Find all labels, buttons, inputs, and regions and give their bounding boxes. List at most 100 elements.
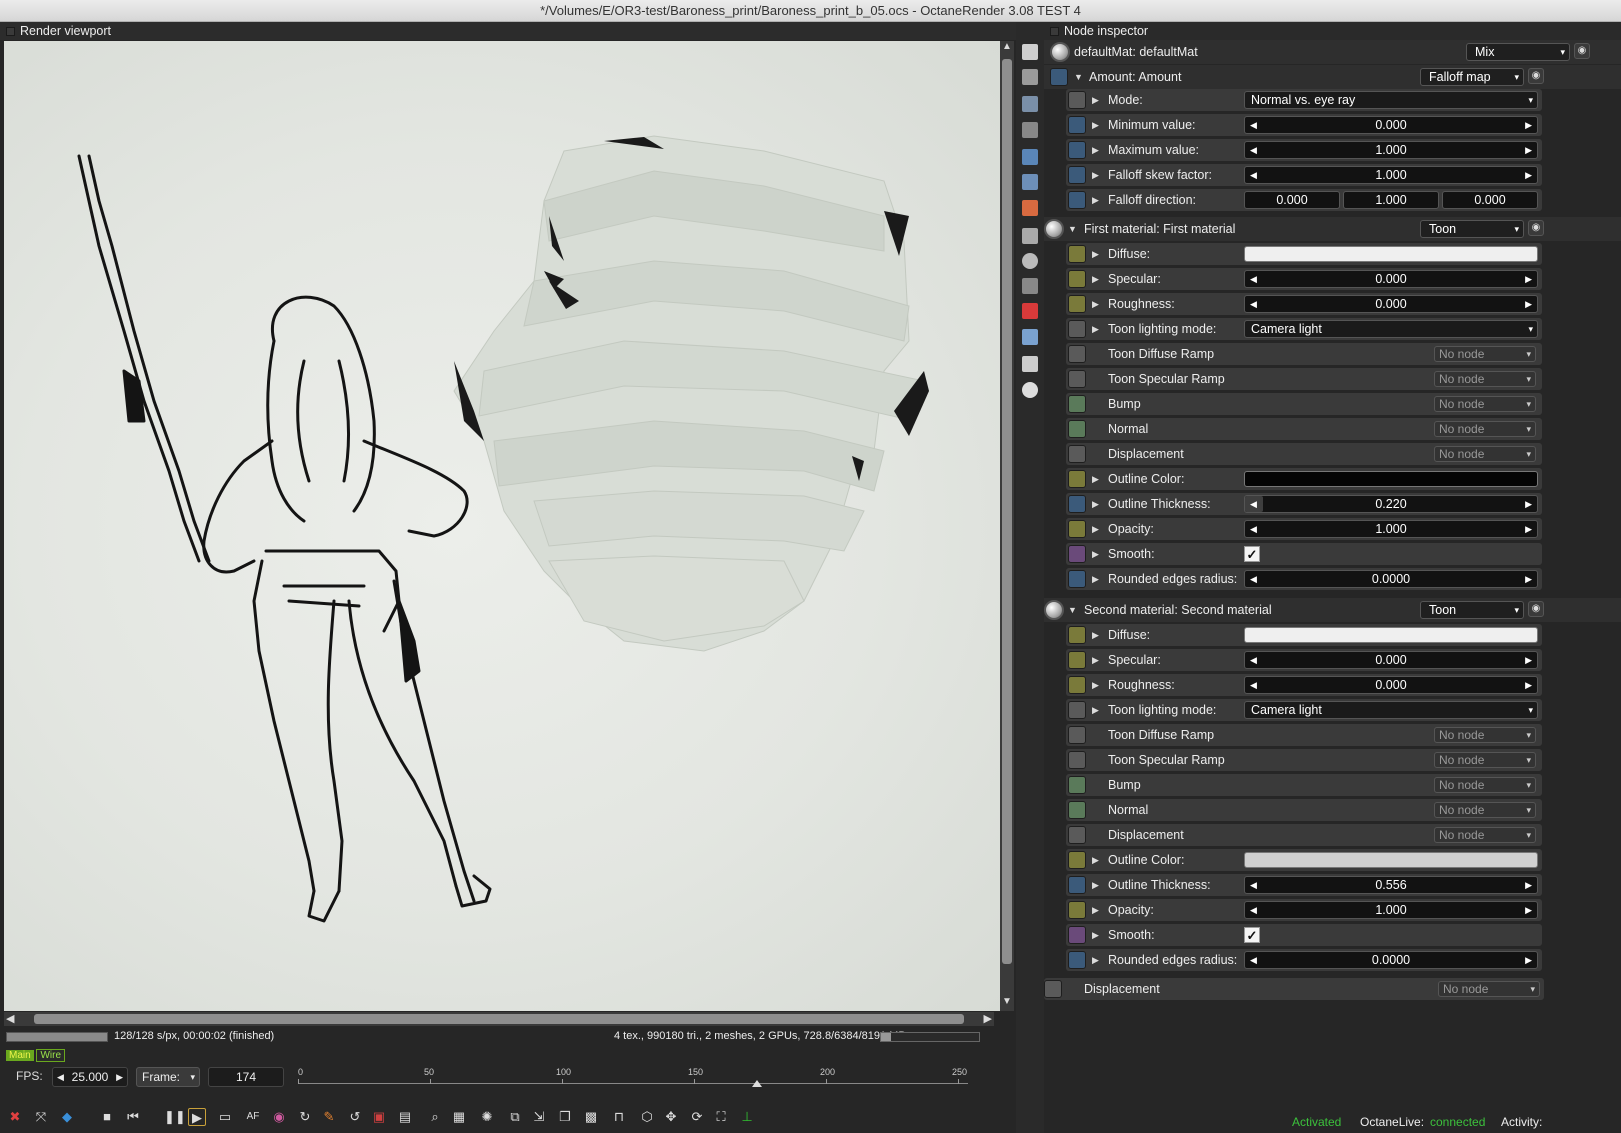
expand-icon[interactable]: ▶ <box>1092 189 1099 211</box>
first-outline-color-row[interactable]: ▶ Outline Color: <box>1066 468 1542 490</box>
first-outline-thickness-row[interactable]: ▶ Outline Thickness: ◀ 0.220 ▶ <box>1066 493 1542 515</box>
expand-icon[interactable]: ▶ <box>1092 568 1099 590</box>
amount-node-row[interactable]: ▼ Amount: Amount Falloff map ▾ ◉ <box>1044 65 1621 89</box>
second-lighting-mode-dropdown[interactable]: Camera light ▾ <box>1244 701 1538 719</box>
collapse-icon[interactable]: ▼ <box>1074 65 1083 89</box>
visibility-icon[interactable]: ◉ <box>1528 220 1544 236</box>
visibility-icon[interactable]: ◉ <box>1574 43 1590 59</box>
first-rounded-edges-row[interactable]: ▶ Rounded edges radius: ◀ 0.0000 ▶ <box>1066 568 1542 590</box>
second-outline-color-row[interactable]: ▶ Outline Color: <box>1066 849 1542 871</box>
first-normal-row[interactable]: Normal No node ▾ <box>1066 418 1542 440</box>
pause-icon[interactable]: ❚❚ <box>164 1108 186 1126</box>
expand-icon[interactable]: ▶ <box>1092 318 1099 340</box>
first-diffuse-color-swatch[interactable] <box>1244 246 1538 262</box>
zoom-icon[interactable]: ⌕ <box>426 1108 444 1126</box>
sun-icon[interactable]: ✺ <box>478 1108 496 1126</box>
increment-icon[interactable]: ▶ <box>1525 652 1532 668</box>
timeline-playhead[interactable] <box>752 1080 763 1087</box>
first-displacement-dropdown[interactable]: No node ▾ <box>1434 446 1536 462</box>
root-displacement-row[interactable]: Displacement No node ▾ <box>1044 978 1544 1000</box>
move-icon[interactable]: ✥ <box>662 1108 680 1126</box>
frame-field[interactable]: 174 <box>208 1067 284 1087</box>
node-graph-icon[interactable] <box>1022 44 1038 60</box>
visibility-icon[interactable]: ◉ <box>1528 601 1544 617</box>
first-smooth-row[interactable]: ▶ Smooth: ✓ <box>1066 543 1542 565</box>
increment-icon[interactable]: ▶ <box>1525 521 1532 537</box>
root-node-row[interactable]: defaultMat: defaultMat Mix ▾ ◉ <box>1044 40 1621 64</box>
first-material-row[interactable]: ▼ First material: First material Toon ▾ ◉ <box>1044 217 1621 241</box>
panel-grip-icon[interactable] <box>6 27 15 36</box>
skip-to-start-icon[interactable]: ⏮ <box>124 1108 142 1126</box>
second-diffuse-color-swatch[interactable] <box>1244 627 1538 643</box>
first-opacity-slider[interactable]: ◀ 1.000 ▶ <box>1244 520 1538 538</box>
second-specular-ramp-dropdown[interactable]: No node ▾ <box>1434 752 1536 768</box>
expand-icon[interactable]: ▶ <box>1092 493 1099 515</box>
increment-icon[interactable]: ▶ <box>1525 496 1532 512</box>
visibility-icon[interactable]: ◉ <box>1528 68 1544 84</box>
collapse-icon[interactable]: ▼ <box>1068 598 1077 622</box>
restart-render-icon[interactable]: ⤧ <box>32 1108 50 1126</box>
expand-icon[interactable]: ▶ <box>1092 649 1099 671</box>
falloff-direction-row[interactable]: ▶ Falloff direction: 0.000 1.000 0.000 <box>1066 189 1542 211</box>
film-region-icon[interactable]: ▤ <box>396 1108 414 1126</box>
scroll-up-icon[interactable]: ▲ <box>1002 41 1012 52</box>
environment-icon[interactable] <box>1022 149 1038 165</box>
layers-icon[interactable] <box>1022 329 1038 345</box>
stop-icon[interactable]: ■ <box>98 1108 116 1126</box>
expand-icon[interactable]: ▶ <box>1092 468 1099 490</box>
increment-icon[interactable]: ▶ <box>1525 877 1532 893</box>
stop-render-icon[interactable]: ✖ <box>6 1108 24 1126</box>
root-displacement-dropdown[interactable]: No node ▾ <box>1438 981 1540 997</box>
first-diffuse-ramp-row[interactable]: Toon Diffuse Ramp No node ▾ <box>1066 343 1542 365</box>
maximum-value-row[interactable]: ▶ Maximum value: ◀ 1.000 ▶ <box>1066 139 1542 161</box>
mode-row[interactable]: ▶ Mode: Normal vs. eye ray ▾ <box>1066 89 1542 111</box>
maximum-value-slider[interactable]: ◀ 1.000 ▶ <box>1244 141 1538 159</box>
rotate-icon[interactable]: ↻ <box>296 1108 314 1126</box>
light-icon[interactable] <box>1022 382 1038 398</box>
camera-icon[interactable] <box>1022 122 1038 138</box>
first-smooth-checkbox[interactable]: ✓ <box>1244 546 1260 562</box>
second-normal-row[interactable]: Normal No node ▾ <box>1066 799 1542 821</box>
tab-wire[interactable]: Wire <box>36 1049 66 1062</box>
expand-icon[interactable]: ▶ <box>1092 899 1099 921</box>
second-smooth-row[interactable]: ▶ Smooth: ✓ <box>1066 924 1542 946</box>
second-opacity-row[interactable]: ▶ Opacity: ◀ 1.000 ▶ <box>1066 899 1542 921</box>
amount-type-dropdown[interactable]: Falloff map ▾ <box>1420 68 1524 86</box>
play-icon[interactable]: ▶ <box>188 1108 206 1126</box>
tab-main[interactable]: Main <box>6 1050 34 1061</box>
increment-icon[interactable]: ▶ <box>1525 271 1532 287</box>
second-diffuse-ramp-row[interactable]: Toon Diffuse Ramp No node ▾ <box>1066 724 1542 746</box>
fps-increment-icon[interactable]: ▶ <box>116 1068 123 1086</box>
first-rounded-edges-slider[interactable]: ◀ 0.0000 ▶ <box>1244 570 1538 588</box>
image-icon[interactable] <box>1022 96 1038 112</box>
first-lighting-mode-row[interactable]: ▶ Toon lighting mode: Camera light ▾ <box>1066 318 1542 340</box>
viewport-vertical-scrollbar[interactable]: ▲ ▼ <box>1000 41 1014 1011</box>
expand-icon[interactable]: ▶ <box>1092 243 1099 265</box>
grid-icon[interactable]: ▦ <box>450 1108 468 1126</box>
timeline-slider[interactable]: 0 50 100 150 200 250 <box>298 1067 968 1095</box>
scroll-left-icon[interactable]: ◀ <box>6 1012 14 1025</box>
second-bump-row[interactable]: Bump No node ▾ <box>1066 774 1542 796</box>
second-roughness-row[interactable]: ▶ Roughness: ◀ 0.000 ▶ <box>1066 674 1542 696</box>
render-canvas[interactable] <box>4 41 1000 1011</box>
increment-icon[interactable]: ▶ <box>1525 902 1532 918</box>
expand-icon[interactable]: ▶ <box>1092 874 1099 896</box>
expand-icon[interactable]: ▶ <box>1092 624 1099 646</box>
second-displacement-dropdown[interactable]: No node ▾ <box>1434 827 1536 843</box>
expand-icon[interactable]: ▶ <box>1092 699 1099 721</box>
export-icon[interactable]: ⇲ <box>530 1108 548 1126</box>
second-opacity-slider[interactable]: ◀ 1.000 ▶ <box>1244 901 1538 919</box>
imager-icon[interactable] <box>1022 174 1038 190</box>
expand-icon[interactable]: ▶ <box>1092 89 1099 111</box>
second-lighting-mode-row[interactable]: ▶ Toon lighting mode: Camera light ▾ <box>1066 699 1542 721</box>
increment-icon[interactable]: ▶ <box>1525 571 1532 587</box>
expand-icon[interactable]: ▶ <box>1092 543 1099 565</box>
film-settings-icon[interactable] <box>1022 228 1038 244</box>
first-displacement-row[interactable]: Displacement No node ▾ <box>1066 443 1542 465</box>
second-specular-row[interactable]: ▶ Specular: ◀ 0.000 ▶ <box>1066 649 1542 671</box>
checker-icon[interactable]: ▩ <box>582 1108 600 1126</box>
second-outline-thickness-slider[interactable]: ◀ 0.556 ▶ <box>1244 876 1538 894</box>
increment-icon[interactable]: ▶ <box>1525 952 1532 968</box>
second-displacement-row[interactable]: Displacement No node ▾ <box>1066 824 1542 846</box>
increment-icon[interactable]: ▶ <box>1525 296 1532 312</box>
